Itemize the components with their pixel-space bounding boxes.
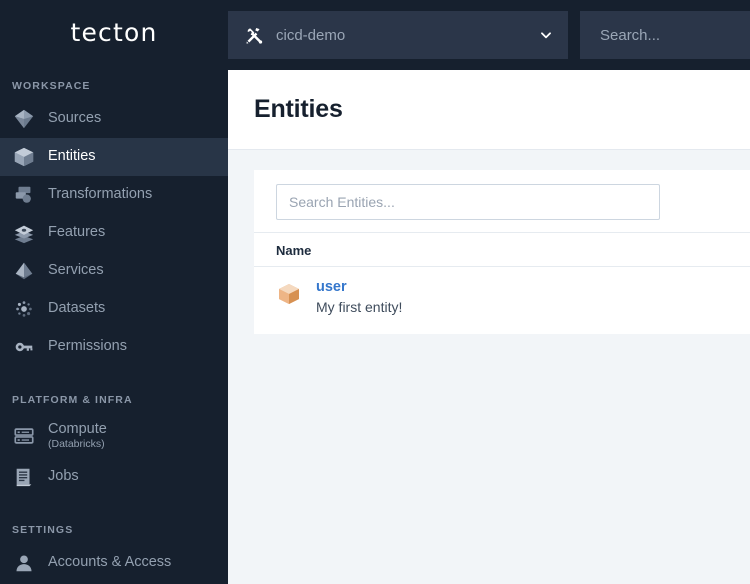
entity-search-input[interactable]: Search Entities...: [276, 184, 660, 220]
global-search-placeholder: Search...: [600, 26, 661, 44]
sidebar-item-jobs[interactable]: Jobs: [0, 458, 228, 496]
sidebar-item-datasets[interactable]: Datasets: [0, 290, 228, 328]
transformations-icon: [12, 183, 36, 207]
brand-logo-text: tecton: [70, 17, 158, 47]
sidebar-item-label: Datasets: [48, 300, 106, 317]
sidebar-item-features[interactable]: Features: [0, 214, 228, 252]
dots-scatter-icon: [12, 297, 36, 321]
entity-name-link[interactable]: user: [316, 279, 402, 296]
gem-icon: [12, 107, 36, 131]
key-icon: [12, 335, 36, 359]
table-header: Name: [254, 232, 750, 266]
chevron-down-icon: [538, 27, 554, 43]
table-row[interactable]: user My first entity!: [254, 266, 750, 328]
server-icon: [12, 424, 36, 448]
sidebar-item-label: Compute: [48, 420, 107, 437]
sidebar-item-entities[interactable]: Entities: [0, 138, 228, 176]
workspace-selector[interactable]: cicd-demo: [228, 11, 568, 59]
entity-cube-icon: [276, 281, 302, 307]
page-title: Entities: [254, 95, 343, 123]
entity-search-placeholder: Search Entities...: [289, 194, 395, 210]
hammer-wrench-icon: [244, 25, 264, 45]
page-body: Search Entities... Name user My first en…: [228, 150, 750, 584]
sidebar-item-label: Sources: [48, 110, 102, 127]
sidebar-item-label: Entities: [48, 148, 96, 165]
sidebar-item-label: Jobs: [48, 468, 79, 485]
sidebar-item-label: Services: [48, 262, 104, 279]
entity-search-row: Search Entities...: [254, 170, 750, 232]
page-header: Entities: [228, 70, 750, 150]
sidebar: tecton WORKSPACE Sources Entities Transf…: [0, 0, 228, 584]
sidebar-item-label: Accounts & Access: [48, 554, 172, 571]
sidebar-section-settings-label: SETTINGS: [12, 524, 74, 536]
sidebar-item-sublabel: (Databricks): [48, 437, 105, 450]
sidebar-item-transformations[interactable]: Transformations: [0, 176, 228, 214]
person-icon: [12, 551, 36, 575]
app-root: tecton WORKSPACE Sources Entities Transf…: [0, 0, 750, 584]
workspace-name: cicd-demo: [276, 26, 346, 44]
entity-description: My first entity!: [316, 298, 403, 315]
entities-card: Search Entities... Name user My first en…: [254, 170, 750, 334]
sidebar-item-label: Features: [48, 224, 106, 241]
sidebar-item-compute[interactable]: Compute (Databricks): [0, 414, 228, 458]
sidebar-item-permissions[interactable]: Permissions: [0, 328, 228, 366]
brand-logo[interactable]: tecton: [0, 0, 228, 66]
sidebar-item-accounts-access[interactable]: Accounts & Access: [0, 544, 228, 582]
main-pane: cicd-demo Search... Entities Search Enti…: [228, 0, 750, 584]
sidebar-item-label: Transformations: [48, 186, 153, 203]
cube-icon: [12, 145, 36, 169]
layers-icon: [12, 221, 36, 245]
document-list-icon: [12, 465, 36, 489]
topbar: cicd-demo Search...: [228, 0, 750, 70]
global-search-input[interactable]: Search...: [580, 11, 750, 59]
pyramid-icon: [12, 259, 36, 283]
sidebar-item-label: Permissions: [48, 338, 127, 355]
column-header-name: Name: [276, 243, 312, 258]
sidebar-section-workspace-label: WORKSPACE: [12, 80, 91, 92]
sidebar-item-sources[interactable]: Sources: [0, 100, 228, 138]
sidebar-item-services[interactable]: Services: [0, 252, 228, 290]
sidebar-section-platform-label: PLATFORM & INFRA: [12, 394, 133, 406]
